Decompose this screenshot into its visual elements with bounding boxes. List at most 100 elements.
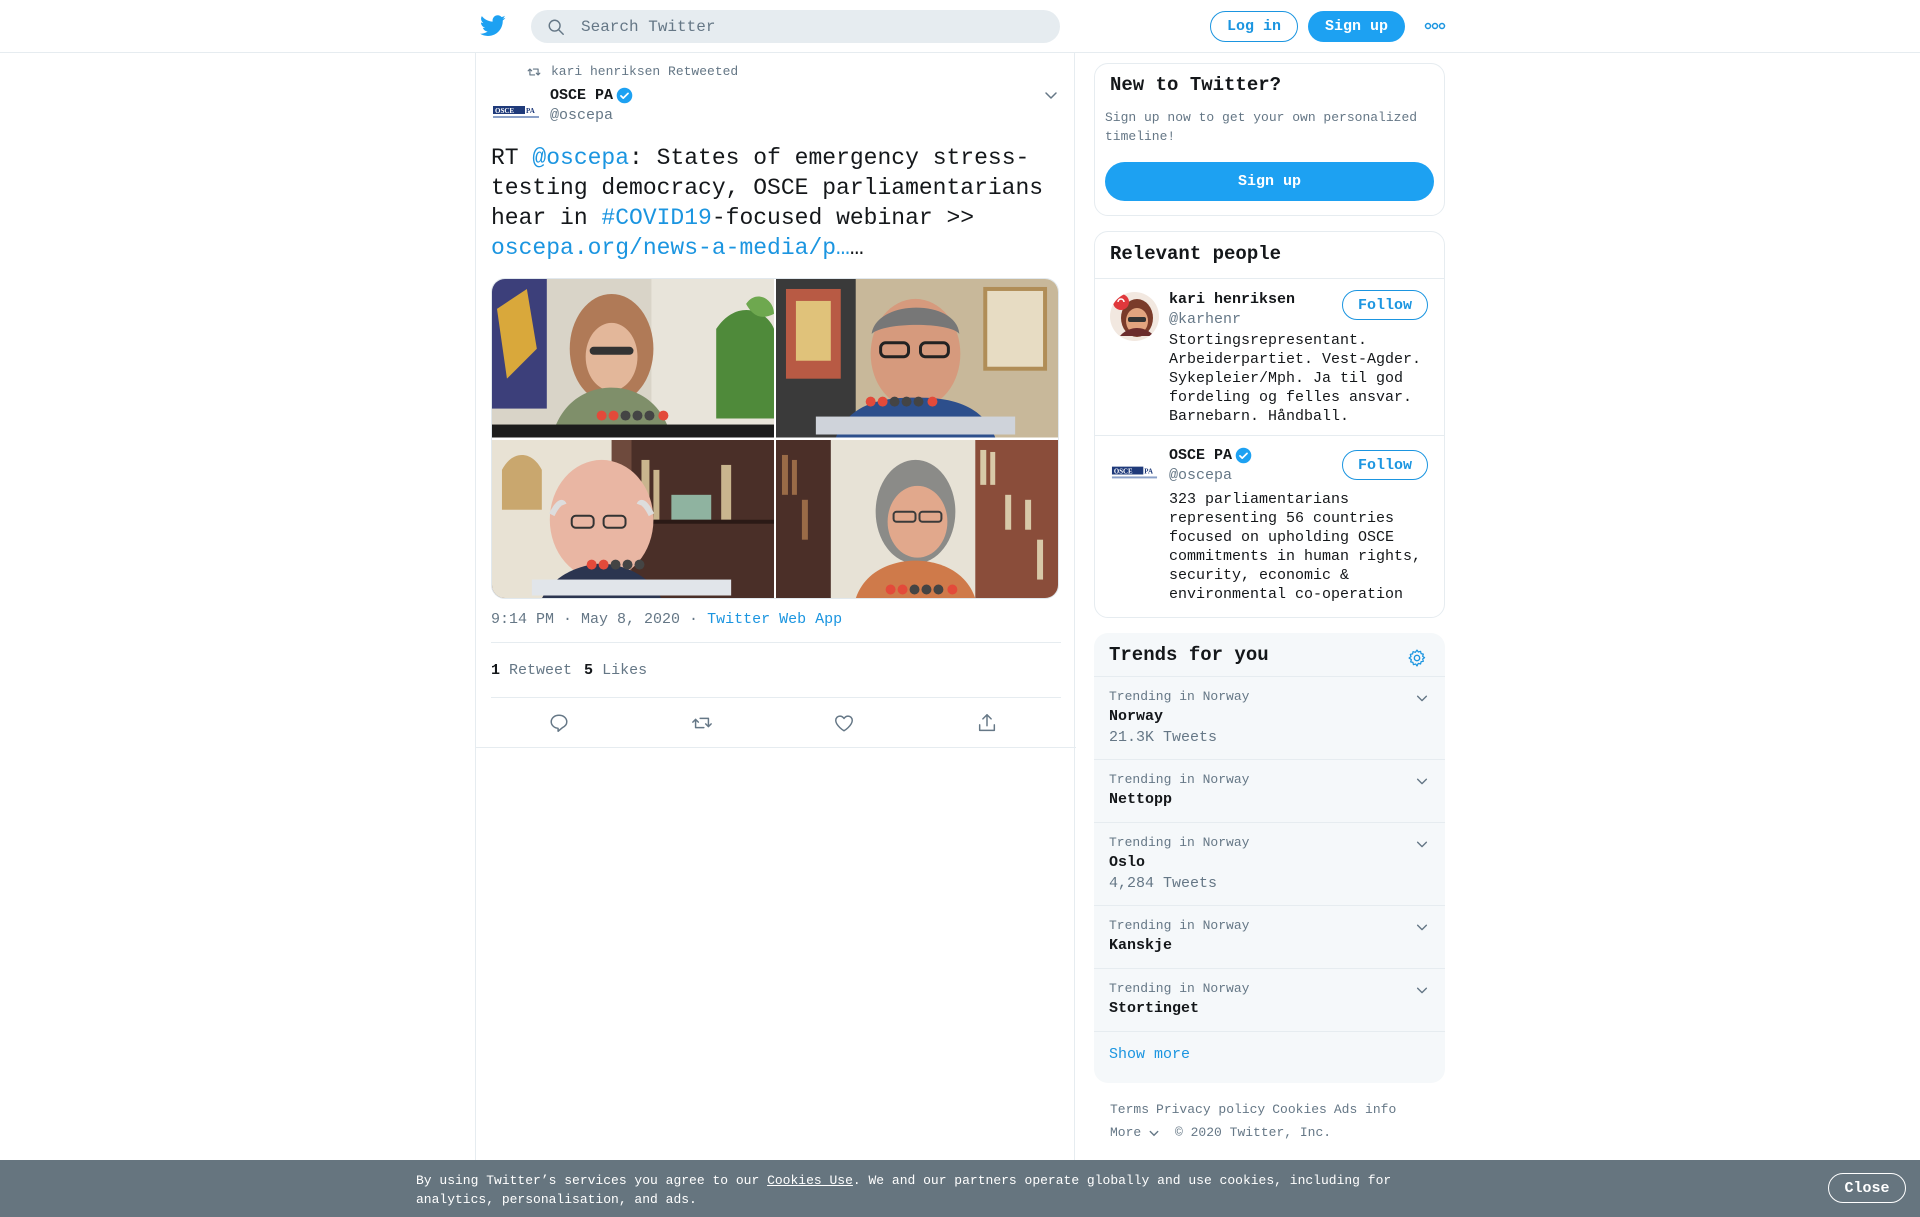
chevron-down-icon bbox=[1149, 1130, 1159, 1136]
tweet-timestamp[interactable]: 9:14 PM · May 8, 2020 bbox=[491, 611, 680, 628]
like-stat-label: Likes bbox=[602, 662, 648, 679]
osce-pa-logo-icon: OSCE PA bbox=[493, 104, 539, 118]
chevron-down-icon[interactable] bbox=[1415, 920, 1429, 934]
trends-header: Trends for you bbox=[1094, 633, 1445, 677]
verified-badge-icon bbox=[1235, 447, 1252, 464]
relevant-people-title: Relevant people bbox=[1110, 243, 1282, 265]
tweet-source-link[interactable]: Twitter Web App bbox=[707, 611, 842, 628]
relevant-people-header: Relevant people bbox=[1095, 232, 1444, 279]
trends-title: Trends for you bbox=[1109, 644, 1269, 666]
chevron-down-icon[interactable] bbox=[1415, 983, 1429, 997]
sidebar-sign-up-button[interactable]: Sign up bbox=[1105, 162, 1434, 201]
trend-name[interactable]: Stortinget bbox=[1109, 1000, 1430, 1017]
search-box[interactable] bbox=[531, 10, 1060, 43]
verified-badge-icon bbox=[616, 87, 633, 104]
trend-item[interactable]: Trending in Norway Nettopp bbox=[1094, 760, 1445, 823]
tweet-column: kari henriksen Retweeted OSCE PA OSCE PA… bbox=[475, 53, 1076, 1217]
sign-up-button[interactable]: Sign up bbox=[1308, 11, 1405, 42]
svg-text:PA: PA bbox=[526, 107, 535, 115]
media-photo-2[interactable] bbox=[776, 279, 1058, 438]
trend-item[interactable]: Trending in Norway Stortinget bbox=[1094, 969, 1445, 1032]
trend-context: Trending in Norway bbox=[1109, 835, 1250, 850]
gear-icon[interactable] bbox=[1407, 648, 1427, 668]
svg-text:PA: PA bbox=[1144, 469, 1153, 476]
trend-item[interactable]: Trending in Norway Norway 21.3K Tweets bbox=[1094, 677, 1445, 760]
chevron-down-icon[interactable] bbox=[1043, 87, 1059, 103]
tweet-media-grid[interactable] bbox=[491, 278, 1059, 599]
twitter-logo-icon[interactable] bbox=[480, 15, 506, 37]
chevron-down-icon[interactable] bbox=[1415, 691, 1429, 705]
person-avatar[interactable] bbox=[1110, 292, 1159, 341]
trend-context: Trending in Norway bbox=[1109, 981, 1250, 996]
person-avatar[interactable]: OSCE PA bbox=[1110, 449, 1159, 498]
tweet-author[interactable]: OSCE PA @oscepa bbox=[550, 87, 633, 124]
footer-ads-link[interactable]: Ads info bbox=[1334, 1102, 1396, 1117]
new-to-twitter-title: New to Twitter? bbox=[1110, 74, 1282, 96]
person-handle[interactable]: @karhenr bbox=[1169, 311, 1241, 328]
trend-name[interactable]: Oslo bbox=[1109, 854, 1430, 871]
trend-name[interactable]: Nettopp bbox=[1109, 791, 1430, 808]
retweet-context: kari henriksen Retweeted bbox=[527, 64, 738, 79]
retweet-stat[interactable]: 1 Retweet bbox=[491, 662, 572, 679]
trend-name[interactable]: Kanskje bbox=[1109, 937, 1430, 954]
like-stat[interactable]: 5 Likes bbox=[584, 662, 647, 679]
trend-count: 4,284 Tweets bbox=[1109, 875, 1218, 892]
tweet-text-ellipsis: … bbox=[849, 235, 864, 261]
person-handle[interactable]: @oscepa bbox=[1169, 467, 1232, 484]
trend-item[interactable]: Trending in Norway Kanskje bbox=[1094, 906, 1445, 969]
trends-card: Trends for you Trending in Norway Norway… bbox=[1094, 633, 1445, 1083]
person-name-text[interactable]: kari henriksen bbox=[1169, 291, 1295, 308]
footer-terms-link[interactable]: Terms bbox=[1110, 1102, 1149, 1117]
footer-cookies-link[interactable]: Cookies bbox=[1272, 1102, 1327, 1117]
retweet-icon[interactable] bbox=[691, 712, 713, 734]
footer-more-label: More bbox=[1110, 1125, 1142, 1140]
chevron-down-icon[interactable] bbox=[1415, 837, 1429, 851]
relevant-people-card: Relevant people kari henriksen @karhenr … bbox=[1094, 231, 1445, 618]
tweet-text-after: -focused webinar >> bbox=[711, 205, 975, 231]
divider bbox=[491, 697, 1061, 698]
show-more-link[interactable]: Show more bbox=[1094, 1032, 1445, 1077]
media-photo-4[interactable] bbox=[776, 439, 1058, 598]
log-in-button[interactable]: Log in bbox=[1210, 11, 1298, 42]
footer-privacy-link[interactable]: Privacy policy bbox=[1156, 1102, 1265, 1117]
trend-context: Trending in Norway bbox=[1109, 772, 1250, 787]
tweet-text-prefix: RT bbox=[491, 145, 533, 171]
tweet-mention-link[interactable]: @oscepa bbox=[532, 145, 629, 171]
svg-text:OSCE: OSCE bbox=[1114, 469, 1133, 476]
author-avatar[interactable]: OSCE PA bbox=[491, 88, 541, 138]
like-heart-icon[interactable] bbox=[833, 712, 855, 734]
share-icon[interactable] bbox=[976, 712, 998, 734]
trend-name[interactable]: Norway bbox=[1109, 708, 1430, 725]
footer-links: Terms Privacy policy Cookies Ads info More … bbox=[1110, 1098, 1440, 1144]
footer-more-link[interactable]: More bbox=[1110, 1125, 1160, 1140]
cookies-use-link[interactable]: Cookies Use bbox=[767, 1173, 853, 1188]
more-options-icon[interactable] bbox=[1424, 18, 1446, 34]
trend-context: Trending in Norway bbox=[1109, 918, 1250, 933]
trend-item[interactable]: Trending in Norway Oslo 4,284 Tweets bbox=[1094, 823, 1445, 906]
retweet-small-icon bbox=[527, 68, 541, 75]
follow-button[interactable]: Follow bbox=[1342, 450, 1428, 480]
person-name[interactable]: OSCE PA bbox=[1169, 447, 1252, 464]
tweet-url-link[interactable]: oscepa.org/news-a-media/p… bbox=[491, 235, 850, 261]
person-name-text[interactable]: OSCE PA bbox=[1169, 447, 1232, 464]
follow-button[interactable]: Follow bbox=[1342, 290, 1428, 320]
media-photo-3[interactable] bbox=[492, 439, 774, 598]
chevron-down-icon[interactable] bbox=[1415, 774, 1429, 788]
svg-text:OSCE: OSCE bbox=[495, 107, 514, 115]
person-name[interactable]: kari henriksen bbox=[1169, 291, 1295, 308]
person-item[interactable]: OSCE PA OSCE PA @oscepa Follow 323 parli… bbox=[1095, 436, 1444, 617]
author-handle[interactable]: @oscepa bbox=[550, 107, 633, 124]
person-bio: Stortingsrepresentant. Arbeiderpartiet. … bbox=[1169, 332, 1422, 425]
media-photo-1[interactable] bbox=[492, 279, 774, 438]
search-input[interactable] bbox=[581, 10, 1041, 43]
top-bar: Log in Sign up bbox=[0, 0, 1920, 53]
tweet-hashtag-link[interactable]: #COVID19 bbox=[601, 205, 711, 231]
tweet-actions bbox=[476, 700, 1076, 748]
close-button[interactable]: Close bbox=[1828, 1173, 1906, 1203]
author-name[interactable]: OSCE PA bbox=[550, 87, 613, 104]
retweeted-by-label[interactable]: kari henriksen Retweeted bbox=[551, 64, 738, 79]
reply-icon[interactable] bbox=[548, 712, 570, 734]
trend-count: 21.3K Tweets bbox=[1109, 729, 1218, 746]
like-count: 5 bbox=[584, 662, 594, 679]
trend-context: Trending in Norway bbox=[1109, 689, 1250, 704]
